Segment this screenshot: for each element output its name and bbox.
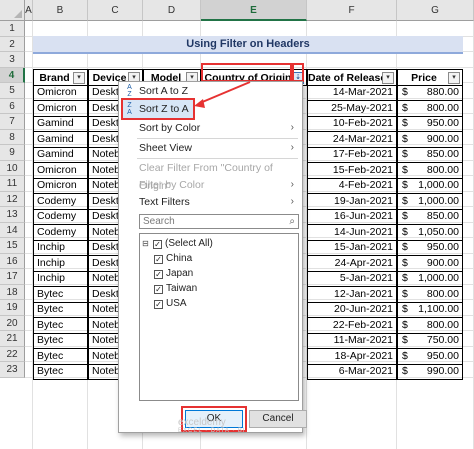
annotation-arrow (194, 81, 251, 108)
watermark-tagline: EXCEL · DATA · BI (178, 428, 246, 434)
annotation-arrow-shaft (199, 81, 251, 104)
annotation-arrow-head (194, 99, 205, 108)
watermark-brand: exceldemy (178, 417, 226, 428)
watermark-logo: exceldemy EXCEL · DATA · BI (178, 417, 246, 434)
spreadsheet-grid: A B C D E F G 1 2 3 4 5 6 7 8 9 10 11 12 13 14 15 16 17 18 19 20 21… (0, 0, 474, 449)
